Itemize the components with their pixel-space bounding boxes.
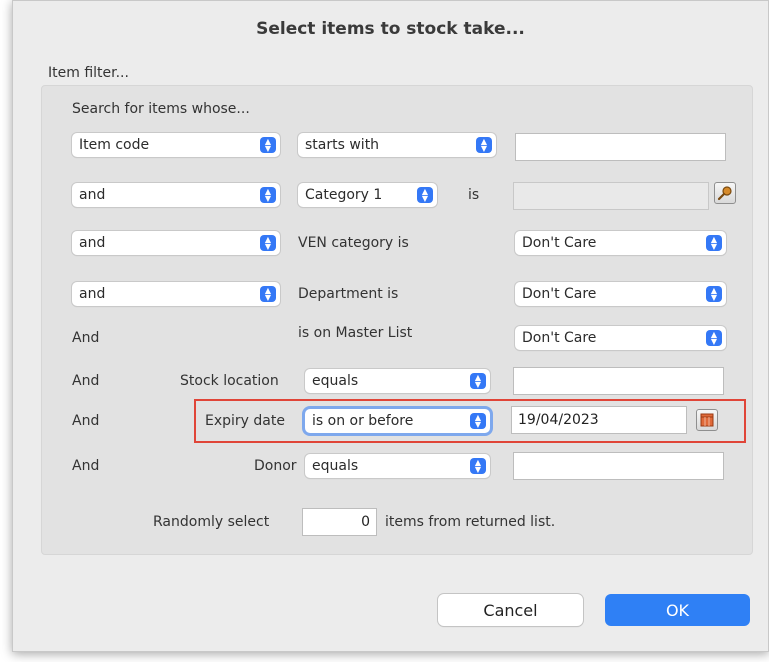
row7-conjunction: And xyxy=(72,413,100,429)
chevron-updown-icon: ▲ ▼ xyxy=(706,330,722,346)
chevron-updown-icon: ▲ ▼ xyxy=(470,373,486,389)
search-prefix-label: Search for items whose... xyxy=(72,101,250,117)
row7-operator-select[interactable]: is on or before ▲ ▼ xyxy=(305,409,490,433)
dialog-title: Select items to stock take... xyxy=(256,19,525,39)
stock-take-dialog: Select items to stock take... Item filte… xyxy=(12,0,769,652)
row1-field-select[interactable]: Item code ▲ ▼ xyxy=(72,133,280,157)
chevron-updown-icon: ▲ ▼ xyxy=(260,137,276,153)
cancel-button[interactable]: Cancel xyxy=(438,594,583,626)
chevron-updown-icon: ▲ ▼ xyxy=(470,413,486,429)
title-bar: Select items to stock take... xyxy=(13,1,768,57)
row4-conjunction-value: and xyxy=(79,286,106,302)
item-filter-label: Item filter... xyxy=(48,65,129,81)
row1-field-value: Item code xyxy=(79,137,150,153)
chevron-updown-icon: ▲ ▼ xyxy=(476,137,492,153)
ok-button[interactable]: OK xyxy=(605,594,750,626)
row3-conjunction-select[interactable]: and ▲ ▼ xyxy=(72,231,280,255)
chevron-updown-icon: ▲ ▼ xyxy=(260,286,276,302)
row6-operator-select[interactable]: equals ▲ ▼ xyxy=(305,369,490,393)
row6-operator-value: equals xyxy=(312,373,359,389)
row7-operator-value: is on or before xyxy=(312,413,414,429)
chevron-updown-icon: ▲ ▼ xyxy=(417,187,433,203)
row6-location-input[interactable] xyxy=(513,367,724,395)
row2-conjunction-value: and xyxy=(79,187,106,203)
row8-operator-select[interactable]: equals ▲ ▼ xyxy=(305,454,490,478)
row3-ven-value: Don't Care xyxy=(522,235,597,251)
chevron-updown-icon: ▲ ▼ xyxy=(706,286,722,302)
random-prefix-label: Randomly select xyxy=(153,514,270,530)
chevron-updown-icon: ▲ ▼ xyxy=(706,235,722,251)
random-count-input[interactable]: 0 xyxy=(302,508,377,536)
row2-is-label: is xyxy=(468,187,480,203)
row8-donor-input[interactable] xyxy=(513,452,724,480)
row1-value-input[interactable] xyxy=(515,133,726,161)
row4-label: Department is xyxy=(298,286,399,302)
chevron-updown-icon: ▲ ▼ xyxy=(470,458,486,474)
row8-operator-value: equals xyxy=(312,458,359,474)
row5-masterlist-select[interactable]: Don't Care ▲ ▼ xyxy=(515,326,726,350)
row7-label: Expiry date xyxy=(205,413,285,429)
row2-category-select[interactable]: Category 1 ▲ ▼ xyxy=(298,183,437,207)
row3-conjunction-value: and xyxy=(79,235,106,251)
row5-masterlist-value: Don't Care xyxy=(522,330,597,346)
calendar-icon[interactable] xyxy=(696,409,718,431)
row4-department-value: Don't Care xyxy=(522,286,597,302)
row5-conjunction: And xyxy=(72,330,100,346)
row3-label: VEN category is xyxy=(298,235,409,251)
random-suffix-label: items from returned list. xyxy=(385,514,556,530)
row6-label: Stock location xyxy=(180,373,279,389)
row8-conjunction: And xyxy=(72,458,100,474)
row6-conjunction: And xyxy=(72,373,100,389)
row1-operator-value: starts with xyxy=(305,137,380,153)
row2-category-value: Category 1 xyxy=(305,187,383,203)
chevron-updown-icon: ▲ ▼ xyxy=(260,187,276,203)
row5-label: is on Master List xyxy=(298,325,413,341)
row4-conjunction-select[interactable]: and ▲ ▼ xyxy=(72,282,280,306)
row8-label: Donor xyxy=(254,458,297,474)
row4-department-select[interactable]: Don't Care ▲ ▼ xyxy=(515,282,726,306)
chevron-updown-icon: ▲ ▼ xyxy=(260,235,276,251)
row2-conjunction-select[interactable]: and ▲ ▼ xyxy=(72,183,280,207)
row7-date-input[interactable]: 19/04/2023 xyxy=(511,406,687,434)
row2-category-value-field xyxy=(513,182,709,210)
row1-operator-select[interactable]: starts with ▲ ▼ xyxy=(298,133,496,157)
search-icon[interactable] xyxy=(714,182,736,204)
row3-ven-select[interactable]: Don't Care ▲ ▼ xyxy=(515,231,726,255)
